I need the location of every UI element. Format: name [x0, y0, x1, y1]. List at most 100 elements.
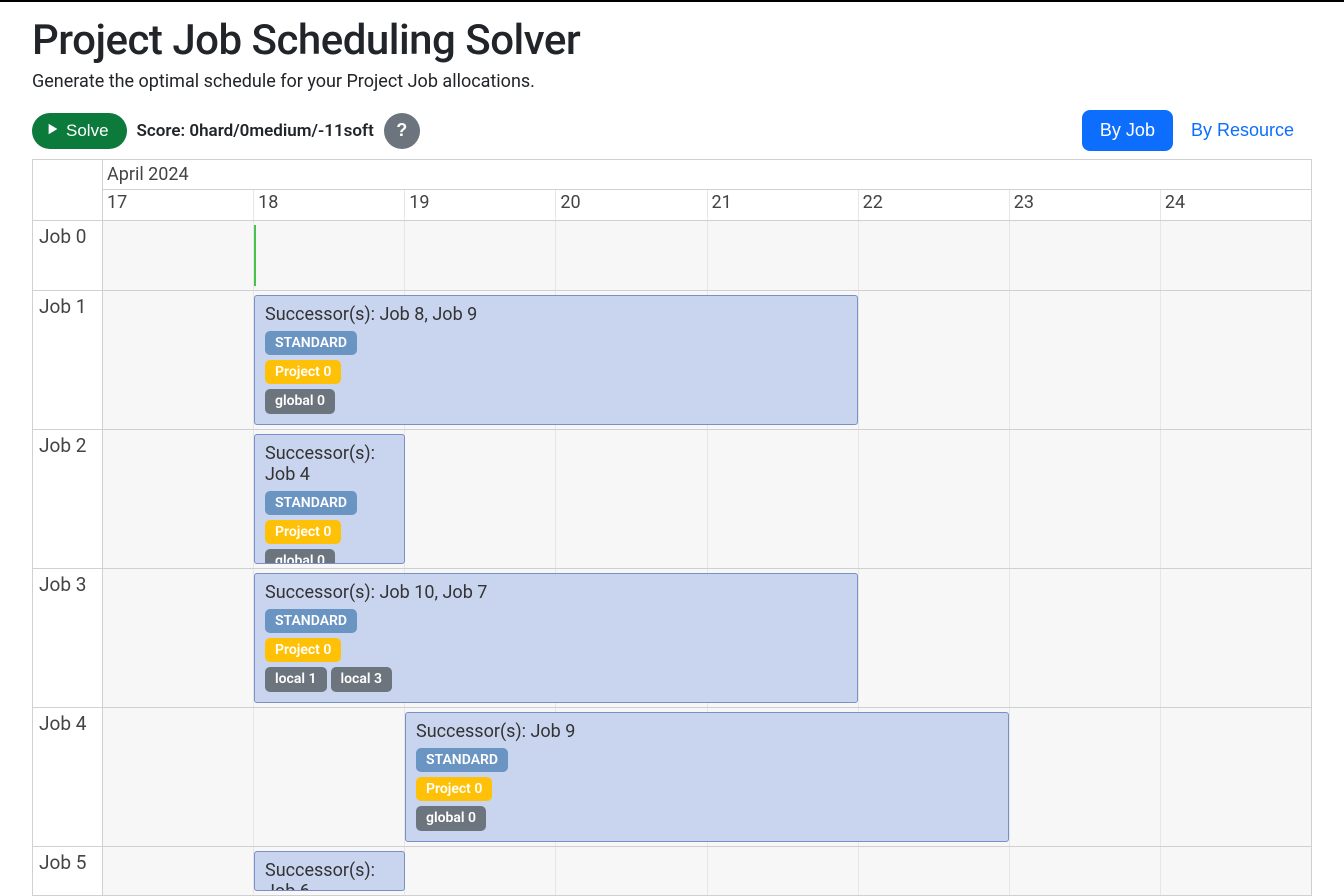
grid-cell: [1010, 847, 1161, 895]
job-rows: Job 0Job 1 Successor(s): Job 8, Job 9 STAN…: [33, 221, 1311, 895]
help-button[interactable]: ?: [384, 113, 420, 149]
toolbar: Solve Score: 0hard/0medium/-11soft ? By …: [32, 110, 1312, 151]
event-resource-badge: global 0: [265, 549, 335, 564]
header-spacer: [33, 160, 103, 220]
job-track: Successor(s): Job 10, Job 7 STANDARD Proje…: [103, 569, 1311, 707]
top-bar: [0, 0, 1344, 2]
header-right: April 2024 1718192021222324: [103, 160, 1311, 220]
toolbar-right: By Job By Resource: [1082, 110, 1312, 151]
timeline-header: April 2024 1718192021222324: [33, 160, 1311, 221]
event-type-badge: STANDARD: [416, 748, 508, 772]
play-icon: [46, 121, 60, 141]
grid-cell: [1010, 569, 1161, 707]
grid-cell: [103, 221, 254, 290]
job-row-label: Job 1: [33, 291, 103, 429]
job-track: Successor(s): Job 8, Job 9 STANDARD Projec…: [103, 291, 1311, 429]
event-successors: Successor(s): Job 9: [416, 721, 998, 742]
job-event[interactable]: Successor(s): Job 6STANDARDProject 0: [254, 851, 405, 891]
job-row-label: Job 2: [33, 430, 103, 568]
grid-cell: [1010, 708, 1161, 846]
job-event[interactable]: Successor(s): Job 8, Job 9 STANDARD Projec…: [254, 295, 858, 425]
grid-cell: [708, 221, 859, 290]
event-successors: Successor(s): Job 8, Job 9: [265, 304, 847, 325]
grid-cell: [405, 221, 556, 290]
job-row: Job 5 Successor(s): Job 6STANDARDProject …: [33, 847, 1311, 895]
job-row: Job 3 Successor(s): Job 10, Job 7 STANDARD…: [33, 569, 1311, 708]
event-type-badge: STANDARD: [265, 331, 357, 355]
job-event[interactable]: Successor(s): Job 4 STANDARD Project 0 glob…: [254, 434, 405, 564]
job-row: Job 1 Successor(s): Job 8, Job 9 STANDARD P…: [33, 291, 1311, 430]
grid-cell: [556, 430, 707, 568]
grid-cell: [1010, 291, 1161, 429]
month-label: April 2024: [103, 160, 1311, 190]
event-type-badge: STANDARD: [265, 609, 357, 633]
grid-cell: [859, 221, 1010, 290]
grid-cell: [103, 430, 254, 568]
event-project-badge: Project 0: [265, 638, 341, 662]
event-project-badge: Project 0: [265, 360, 341, 384]
job-row-label: Job 4: [33, 708, 103, 846]
day-grid: [103, 221, 1311, 290]
grid-cell: [556, 221, 707, 290]
grid-cell: [556, 847, 707, 895]
job-row: Job 2 Successor(s): Job 4 STANDARD Project …: [33, 430, 1311, 569]
grid-cell: [859, 847, 1010, 895]
tab-by-job[interactable]: By Job: [1082, 110, 1173, 151]
job-track: [103, 221, 1311, 290]
day-cell: 23: [1010, 190, 1161, 220]
grid-cell: [1161, 569, 1311, 707]
job-track: Successor(s): Job 9 STANDARD Project 0 glob…: [103, 708, 1311, 846]
job-row-label: Job 3: [33, 569, 103, 707]
grid-cell: [405, 430, 556, 568]
grid-cell: [859, 569, 1010, 707]
job-track: Successor(s): Job 6STANDARDProject 0: [103, 847, 1311, 895]
event-resource-badge: global 0: [416, 806, 486, 830]
solve-button-label: Solve: [66, 121, 109, 141]
grid-cell: [103, 569, 254, 707]
event-successors: Successor(s): Job 10, Job 7: [265, 582, 847, 603]
grid-cell: [859, 430, 1010, 568]
timeline: April 2024 1718192021222324 Job 0Job 1 Su…: [32, 159, 1312, 896]
score-text: Score: 0hard/0medium/-11soft: [137, 121, 374, 141]
job-event[interactable]: Successor(s): Job 10, Job 7 STANDARD Proje…: [254, 573, 858, 703]
grid-cell: [1161, 291, 1311, 429]
question-icon: ?: [396, 120, 407, 141]
toolbar-left: Solve Score: 0hard/0medium/-11soft ?: [32, 113, 420, 149]
grid-cell: [254, 221, 405, 290]
event-project-badge: Project 0: [265, 520, 341, 544]
grid-cell: [1161, 430, 1311, 568]
grid-cell: [708, 847, 859, 895]
day-cell: 19: [405, 190, 556, 220]
job-event[interactable]: Successor(s): Job 9 STANDARD Project 0 glob…: [405, 712, 1009, 842]
day-cell: 18: [254, 190, 405, 220]
event-type-badge: STANDARD: [265, 491, 357, 515]
event-successors: Successor(s): Job 6: [265, 860, 394, 891]
grid-cell: [859, 291, 1010, 429]
grid-cell: [1010, 430, 1161, 568]
job-row: Job 4 Successor(s): Job 9 STANDARD Project …: [33, 708, 1311, 847]
event-project-badge: Project 0: [416, 777, 492, 801]
day-cell: 21: [708, 190, 859, 220]
grid-cell: [1161, 221, 1311, 290]
grid-cell: [1161, 708, 1311, 846]
grid-cell: [254, 708, 405, 846]
grid-cell: [405, 847, 556, 895]
grid-cell: [103, 847, 254, 895]
job-marker: [254, 225, 256, 286]
job-row: Job 0: [33, 221, 1311, 291]
page-subtitle: Generate the optimal schedule for your P…: [32, 71, 1312, 92]
grid-cell: [1010, 221, 1161, 290]
page-title: Project Job Scheduling Solver: [32, 16, 1312, 65]
event-successors: Successor(s): Job 4: [265, 443, 394, 485]
job-row-label: Job 5: [33, 847, 103, 895]
tab-by-resource[interactable]: By Resource: [1173, 110, 1312, 151]
event-resource-badge: local 1: [265, 667, 327, 691]
job-track: Successor(s): Job 4 STANDARD Project 0 glob…: [103, 430, 1311, 568]
day-row: 1718192021222324: [103, 190, 1311, 220]
event-resource-badge: local 3: [331, 667, 393, 691]
day-cell: 20: [556, 190, 707, 220]
grid-cell: [1161, 847, 1311, 895]
solve-button[interactable]: Solve: [32, 113, 127, 149]
grid-cell: [708, 430, 859, 568]
day-cell: 17: [103, 190, 254, 220]
